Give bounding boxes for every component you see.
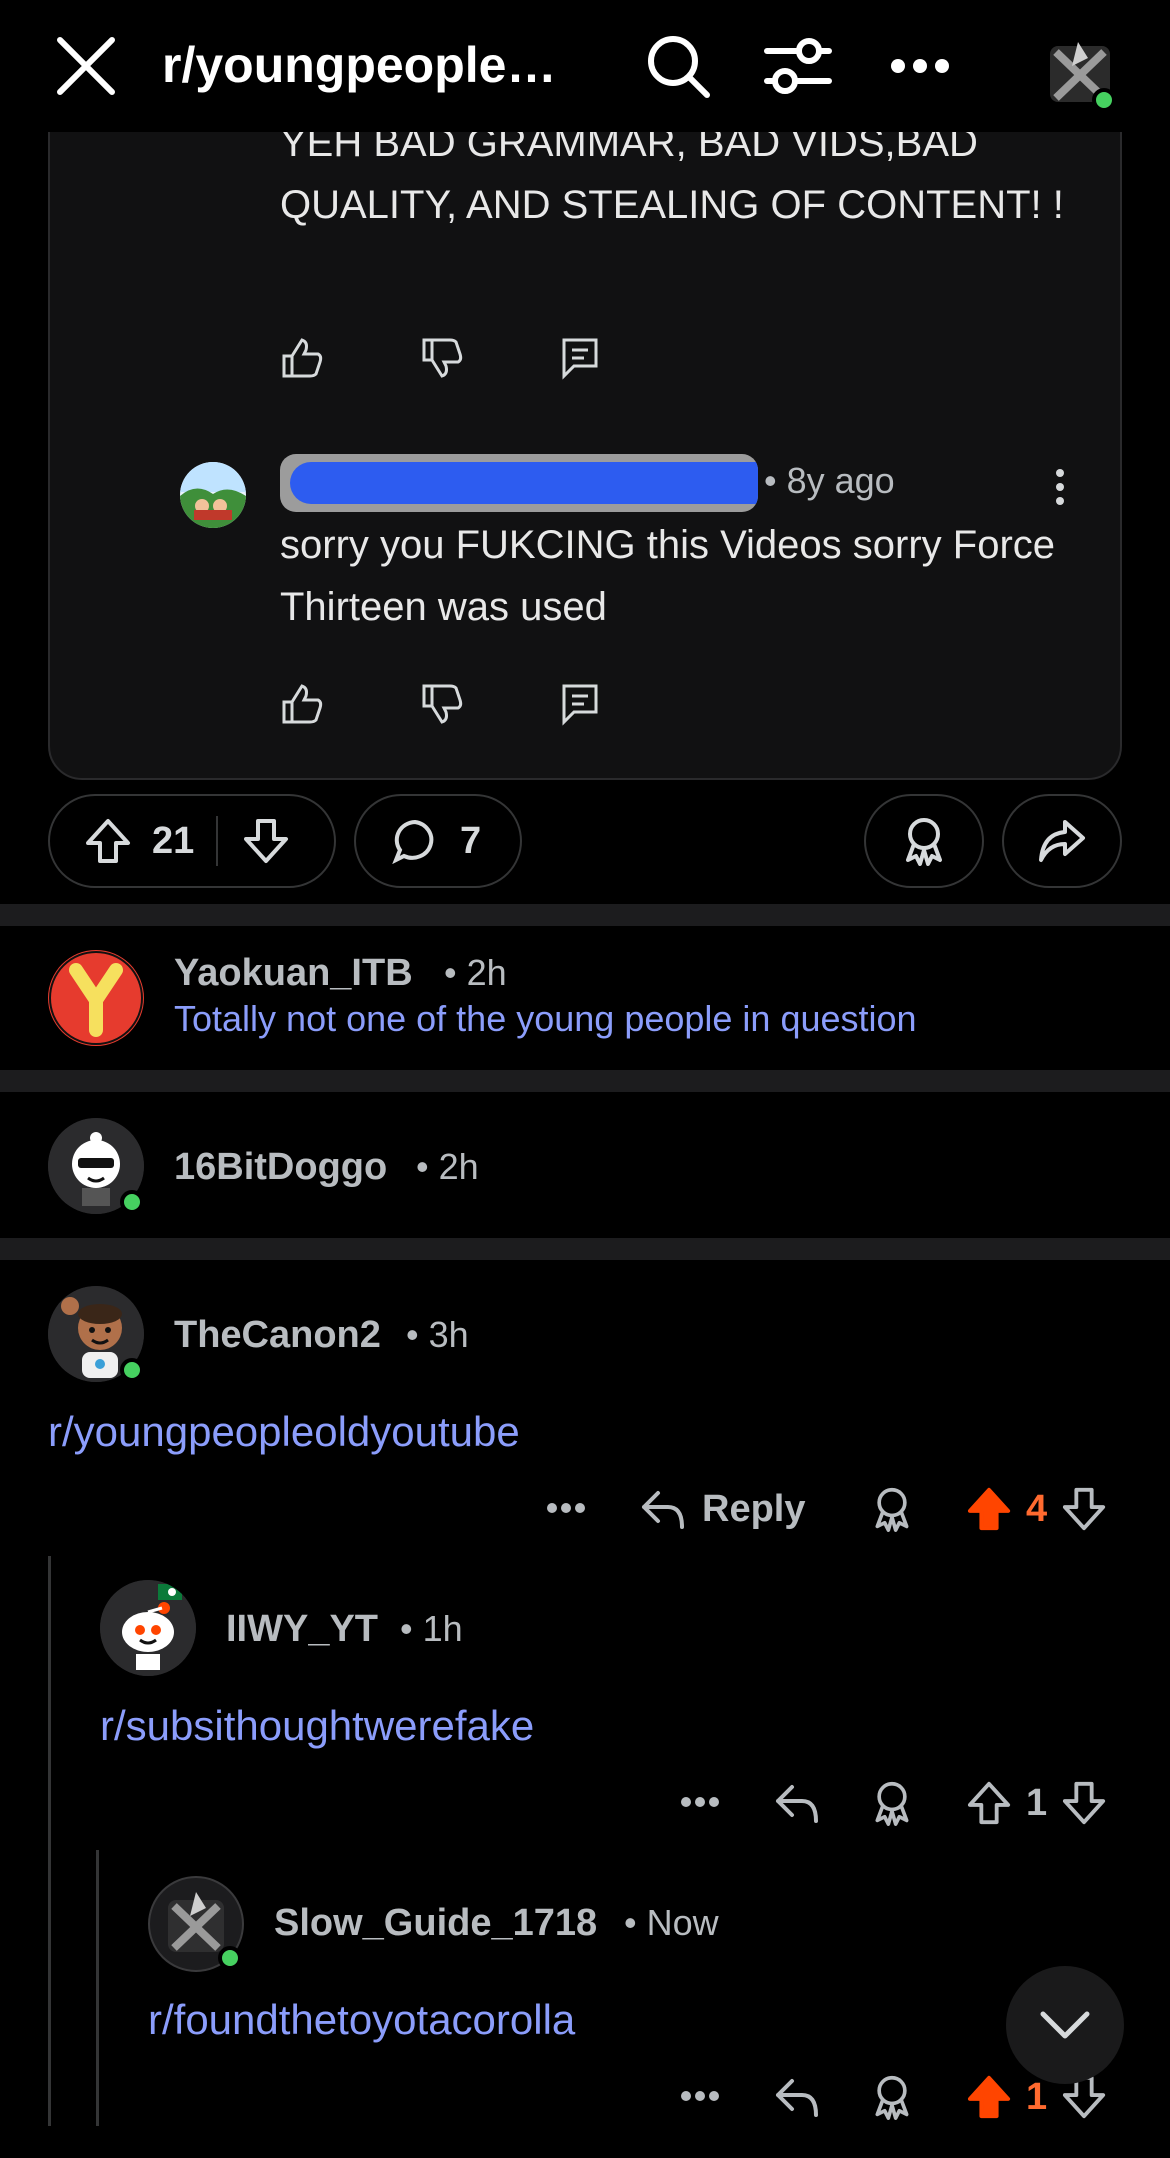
embedded-actions-2 [280,674,700,734]
username[interactable]: Yaokuan_ITB [174,952,413,995]
reply-button[interactable]: Reply [640,1484,805,1534]
online-indicator [120,1358,144,1382]
online-indicator [1092,88,1116,112]
redacted-username [280,454,758,512]
section-divider [0,1238,1170,1260]
comment-time: • Now [624,1902,719,1943]
embedded-actions-1 [280,328,700,388]
username[interactable]: Slow_Guide_1718 [274,1902,597,1945]
thread-line [96,1850,99,2126]
vote-group: 1 [966,1778,1107,1828]
award-icon [906,818,942,866]
reply-icon[interactable] [774,2072,820,2122]
vote-separator [216,816,219,866]
online-indicator [218,1946,242,1970]
more-options-icon[interactable] [546,1494,590,1522]
comment-count: 7 [460,819,482,862]
top-bar: r/youngpeople… [0,0,1170,132]
more-options-icon[interactable] [680,1788,724,1816]
vote-pill: 21 [48,794,336,888]
comment-time: • 3h [406,1314,469,1355]
award-button[interactable] [864,794,984,888]
award-icon[interactable] [870,1484,914,1534]
vote-count: 1 [1026,1781,1048,1824]
comments-pill[interactable]: 7 [354,794,522,888]
comment-body-link[interactable]: r/youngpeopleoldyoutube [48,1408,520,1456]
section-divider [0,904,1170,926]
avatar-yaokuan[interactable] [48,950,144,1046]
comment-bubble-icon [392,818,438,864]
award-icon[interactable] [870,2072,914,2122]
comment-body-link[interactable]: r/foundthetoyotacorolla [148,1996,575,2044]
username[interactable]: IIWY_YT [226,1608,378,1651]
vote-count: 1 [1026,2075,1048,2118]
reply-label: Reply [702,1487,806,1530]
subreddit-title[interactable]: r/youngpeople… [162,36,556,94]
comment-icon [560,674,700,734]
comment-icon [560,328,700,388]
chevron-down-icon [1040,2011,1090,2039]
like-icon [280,674,420,734]
downvote-icon[interactable] [1061,1486,1107,1532]
reply-icon [642,1491,684,1529]
upvote-count: 21 [152,819,195,862]
search-icon[interactable] [642,30,714,102]
kebab-icon [1050,462,1070,512]
user-avatar[interactable] [1040,32,1120,112]
thread-line [48,1556,51,2126]
award-icon[interactable] [870,1778,914,1828]
more-options-icon[interactable] [680,2082,724,2110]
upvote-icon[interactable] [84,817,132,865]
comment-time: • 2h [444,952,507,993]
embedded-screenshot-card[interactable]: YEH BAD GRAMMAR, BAD VIDS,BAD QUALITY, A… [48,80,1122,780]
share-button[interactable] [1002,794,1122,888]
embedded-reply-avatar [180,462,246,528]
upvote-icon[interactable] [966,1780,1012,1826]
embedded-reply-time: • 8y ago [764,460,895,501]
username[interactable]: 16BitDoggo [174,1146,387,1189]
dislike-icon [420,328,560,388]
online-indicator [120,1190,144,1214]
upvote-icon[interactable] [966,1486,1012,1532]
comment-time: • 1h [400,1608,463,1649]
upvote-icon[interactable] [966,2074,1012,2120]
comment-body-link[interactable]: r/subsithoughtwerefake [100,1702,534,1750]
dislike-icon [420,674,560,734]
avatar-iiwy-yt[interactable] [100,1580,196,1676]
user-flair: Totally not one of the young people in q… [174,998,917,1039]
more-icon[interactable] [884,36,956,96]
username[interactable]: TheCanon2 [174,1314,381,1357]
vote-count: 4 [1026,1487,1048,1530]
reply-icon[interactable] [774,1778,820,1828]
like-icon [280,328,420,388]
filter-icon[interactable] [762,30,834,102]
close-icon[interactable] [50,32,122,100]
embedded-reply-text: sorry you FUKCING this Videos sorry Forc… [280,523,1056,629]
comment-time: • 2h [416,1146,479,1187]
downvote-icon[interactable] [1061,1780,1107,1826]
share-icon [1039,820,1085,862]
downvote-icon[interactable] [242,817,290,865]
section-divider [0,1070,1170,1092]
vote-group: 4 [966,1484,1107,1534]
scroll-next-button[interactable] [1006,1966,1124,2084]
